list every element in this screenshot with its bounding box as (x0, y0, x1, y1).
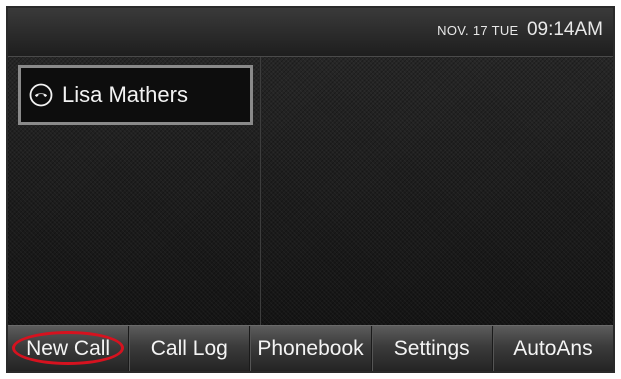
settings-label: Settings (393, 336, 470, 360)
phonebook-label: Phonebook (257, 336, 364, 360)
call-log-label: Call Log (150, 336, 228, 360)
phone-screen: NOV. 17 TUE 09:14AM Lisa Mathers New Cal… (6, 6, 615, 373)
pane-divider (260, 57, 261, 329)
status-bar: NOV. 17 TUE 09:14AM (8, 8, 613, 57)
date-label: NOV. 17 TUE (437, 23, 519, 38)
time-label: 09:14AM (526, 19, 603, 40)
new-call-softkey[interactable]: New Call (8, 326, 130, 371)
main-area: Lisa Mathers (8, 57, 613, 329)
line-key-lisa-mathers[interactable]: Lisa Mathers (18, 65, 253, 125)
handset-icon (28, 82, 54, 108)
phonebook-softkey[interactable]: Phonebook (250, 326, 372, 371)
settings-softkey[interactable]: Settings (372, 326, 493, 371)
line-key-label: Lisa Mathers (62, 82, 188, 107)
autoans-label: AutoAns (513, 336, 593, 360)
call-log-softkey[interactable]: Call Log (129, 326, 251, 371)
softkey-bar: New Call Call Log Phonebook Settings Aut… (8, 325, 613, 371)
new-call-label: New Call (26, 336, 111, 360)
date-time: NOV. 17 TUE 09:14AM (437, 19, 603, 41)
autoans-softkey[interactable]: AutoAns (493, 326, 613, 371)
